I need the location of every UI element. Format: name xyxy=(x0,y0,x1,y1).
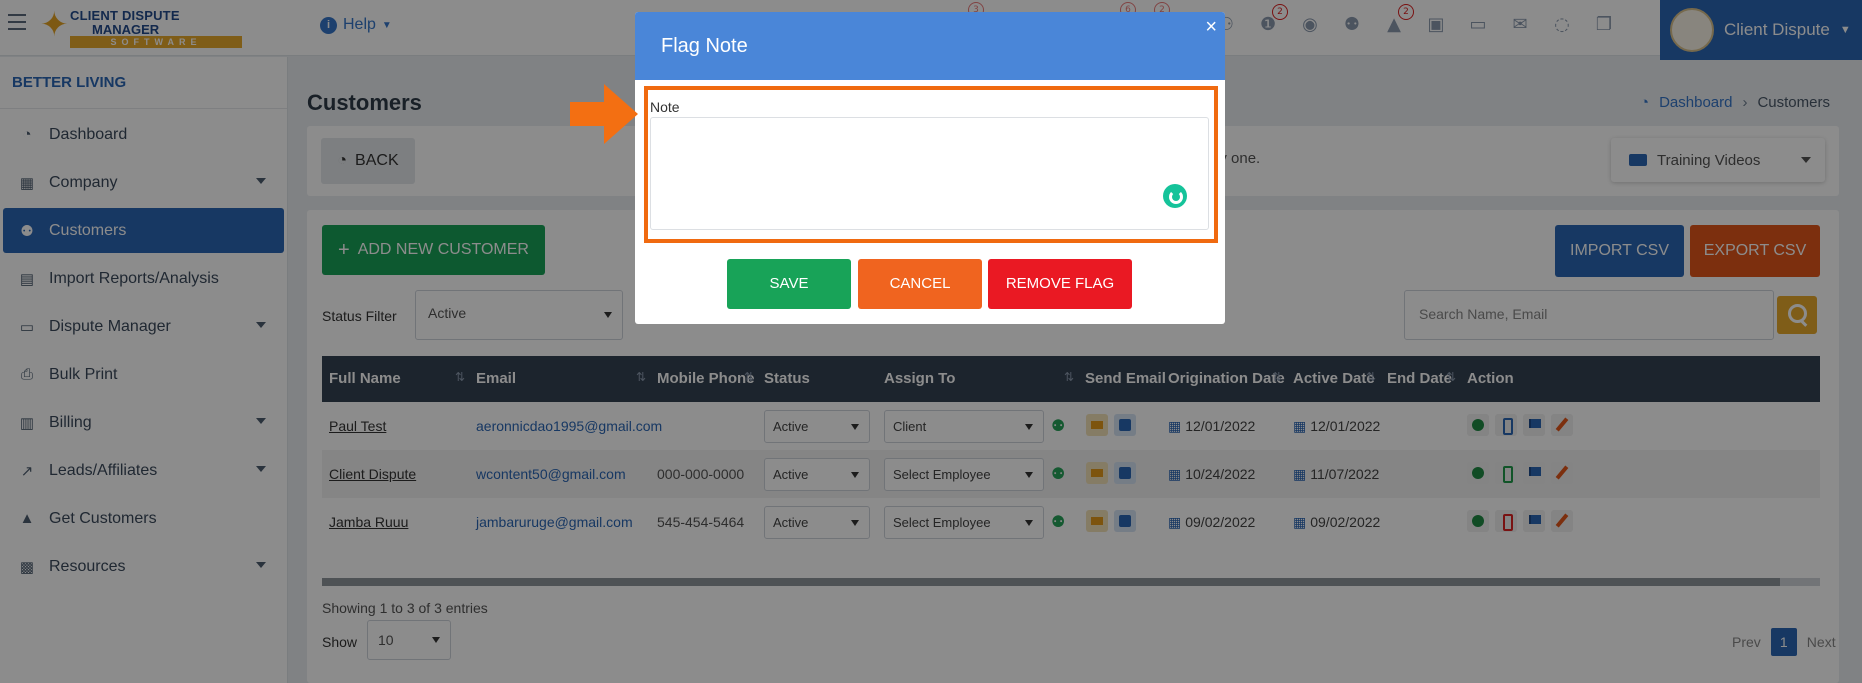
note-label: Note xyxy=(650,99,680,115)
close-icon[interactable]: × xyxy=(1205,16,1217,39)
remove-flag-button[interactable]: REMOVE FLAG xyxy=(988,259,1132,309)
grammarly-icon[interactable] xyxy=(1163,184,1187,208)
modal-header: Flag Note × xyxy=(635,12,1225,80)
note-textarea[interactable] xyxy=(650,117,1209,230)
flag-note-modal: Flag Note × Note SAVE CANCEL REMOVE FLAG xyxy=(635,12,1225,324)
save-button[interactable]: SAVE xyxy=(727,259,851,309)
modal-title: Flag Note xyxy=(661,35,748,57)
arrow-annotation-icon xyxy=(570,84,638,144)
cancel-button[interactable]: CANCEL xyxy=(858,259,982,309)
